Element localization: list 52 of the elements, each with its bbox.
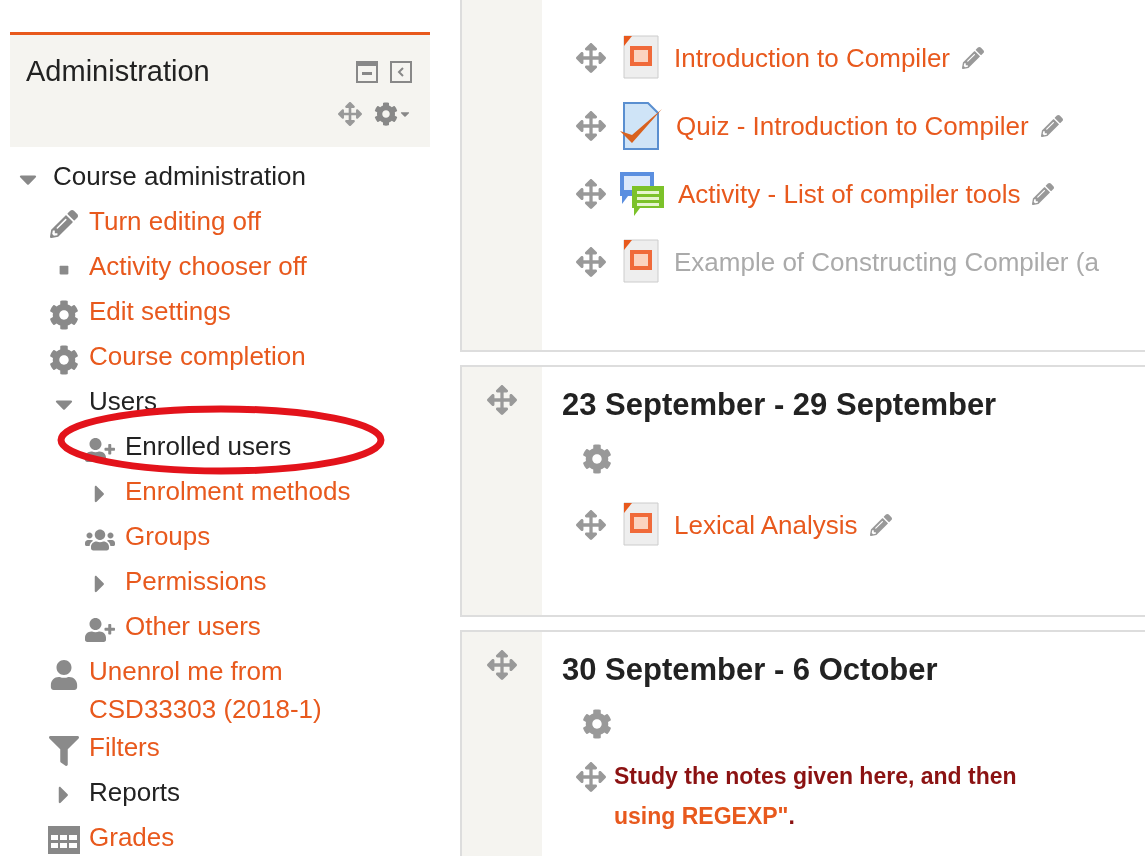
edit-pencil-icon[interactable] bbox=[869, 514, 892, 536]
edit-pencil-icon[interactable] bbox=[962, 47, 985, 69]
dock-icon[interactable] bbox=[390, 60, 412, 83]
tree-item[interactable]: Edit settings bbox=[89, 292, 359, 330]
tree-item[interactable]: Reports bbox=[89, 773, 359, 811]
edit-pencil-icon[interactable] bbox=[1040, 115, 1063, 137]
section-heading: 30 September - 6 October bbox=[562, 652, 939, 688]
text-link[interactable]: using REGEXP" bbox=[614, 803, 789, 829]
gear-icon bbox=[48, 300, 79, 330]
user-plus-icon bbox=[84, 615, 115, 645]
activity-link[interactable]: Example of Constructing Compiler (a bbox=[674, 246, 1099, 278]
tree-item[interactable]: Course administration bbox=[53, 157, 323, 195]
quiz-check-icon bbox=[618, 101, 664, 151]
edit-pencil-icon[interactable] bbox=[1032, 183, 1055, 205]
gear-menu-icon[interactable] bbox=[374, 102, 412, 126]
tree-item[interactable]: Turn editing off bbox=[89, 202, 359, 240]
move-icon[interactable] bbox=[576, 762, 606, 792]
move-icon[interactable] bbox=[576, 247, 606, 277]
filter-icon bbox=[48, 736, 79, 766]
section-heading: 23 September - 29 September bbox=[562, 387, 998, 423]
gear-icon bbox=[48, 345, 79, 375]
forum-icon bbox=[618, 170, 666, 218]
user-plus-icon bbox=[84, 435, 115, 465]
tree-item[interactable]: Unenrol me from CSD33303 (2018-1) bbox=[89, 652, 359, 728]
tree-item[interactable]: Users bbox=[89, 382, 359, 420]
activity-link[interactable]: Activity - List of compiler tools bbox=[678, 178, 1021, 210]
activity-link[interactable]: Introduction to Compiler bbox=[674, 42, 951, 74]
tree-item[interactable]: Permissions bbox=[125, 562, 395, 600]
move-icon[interactable] bbox=[576, 179, 606, 209]
pencil-icon bbox=[49, 210, 78, 238]
activity-link[interactable]: Lexical Analysis bbox=[674, 509, 858, 541]
move-icon[interactable] bbox=[576, 510, 606, 540]
tree-item[interactable]: Course completion bbox=[89, 337, 359, 375]
move-icon[interactable] bbox=[576, 43, 606, 73]
move-icon[interactable] bbox=[487, 650, 517, 680]
tree-item[interactable]: Groups bbox=[125, 517, 395, 555]
tree-item[interactable]: Filters bbox=[89, 728, 359, 766]
tree-item[interactable]: Enrolment methods bbox=[125, 472, 395, 510]
minimize-icon[interactable] bbox=[356, 60, 378, 83]
block-title: Administration bbox=[26, 55, 210, 88]
user-icon bbox=[48, 660, 79, 690]
tree-item[interactable]: Other users bbox=[125, 607, 395, 645]
move-icon[interactable] bbox=[487, 385, 517, 415]
label-text: Study the notes given here, and then using REGEXP". bbox=[614, 762, 1017, 831]
tree-item[interactable]: Grades bbox=[89, 818, 359, 856]
gear-icon[interactable] bbox=[582, 709, 612, 739]
gear-icon[interactable] bbox=[582, 444, 612, 474]
tree-item[interactable]: Enrolled users bbox=[125, 427, 395, 465]
activity-link[interactable]: Quiz - Introduction to Compiler bbox=[676, 110, 1029, 142]
move-icon[interactable] bbox=[338, 102, 362, 126]
tree-item[interactable]: Activity chooser off bbox=[89, 247, 359, 285]
move-icon[interactable] bbox=[576, 111, 606, 141]
